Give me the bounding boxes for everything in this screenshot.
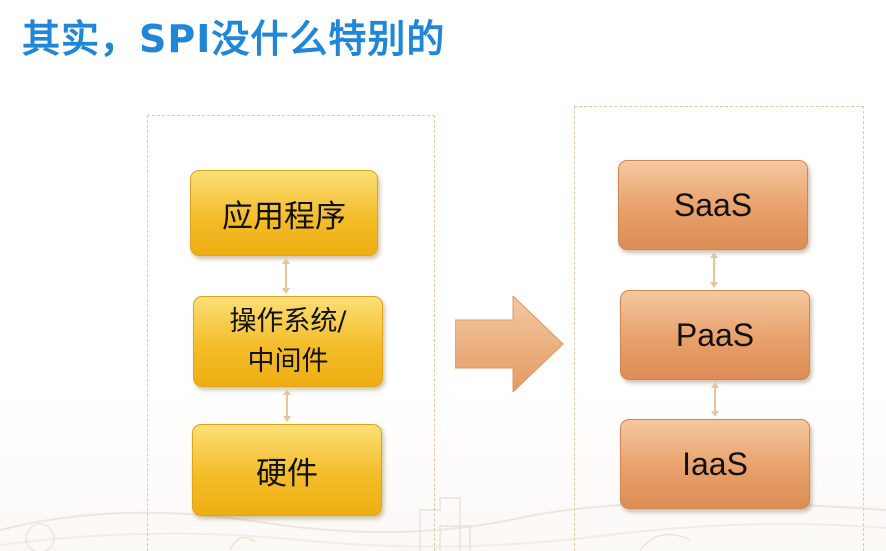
saas-box: SaaS <box>618 160 808 250</box>
application-box: 应用程序 <box>190 170 378 256</box>
iaas-label: IaaS <box>682 445 748 482</box>
connector-app-os <box>282 258 290 294</box>
iaas-box: IaaS <box>620 419 810 509</box>
os-middleware-box: 操作系统/ 中间件 <box>193 296 383 387</box>
paas-label: PaaS <box>675 316 755 353</box>
slide: 其实，SPI没什么特别的 应用程序 操作系统/ 中间件 硬件 SaaS PaaS… <box>0 0 886 551</box>
os-label-line2: 中间件 <box>247 345 329 377</box>
slide-title: 其实，SPI没什么特别的 <box>22 17 446 61</box>
hardware-label: 硬件 <box>256 455 318 492</box>
transition-arrow <box>455 296 564 392</box>
connector-paas-iaas <box>711 382 719 417</box>
paas-box: PaaS <box>620 290 810 380</box>
os-label-line1: 操作系统/ <box>229 305 347 337</box>
connector-os-hardware <box>283 389 291 422</box>
application-label: 应用程序 <box>222 198 346 235</box>
hardware-box: 硬件 <box>192 424 382 516</box>
saas-label: SaaS <box>673 186 753 223</box>
connector-saas-paas <box>710 252 718 288</box>
